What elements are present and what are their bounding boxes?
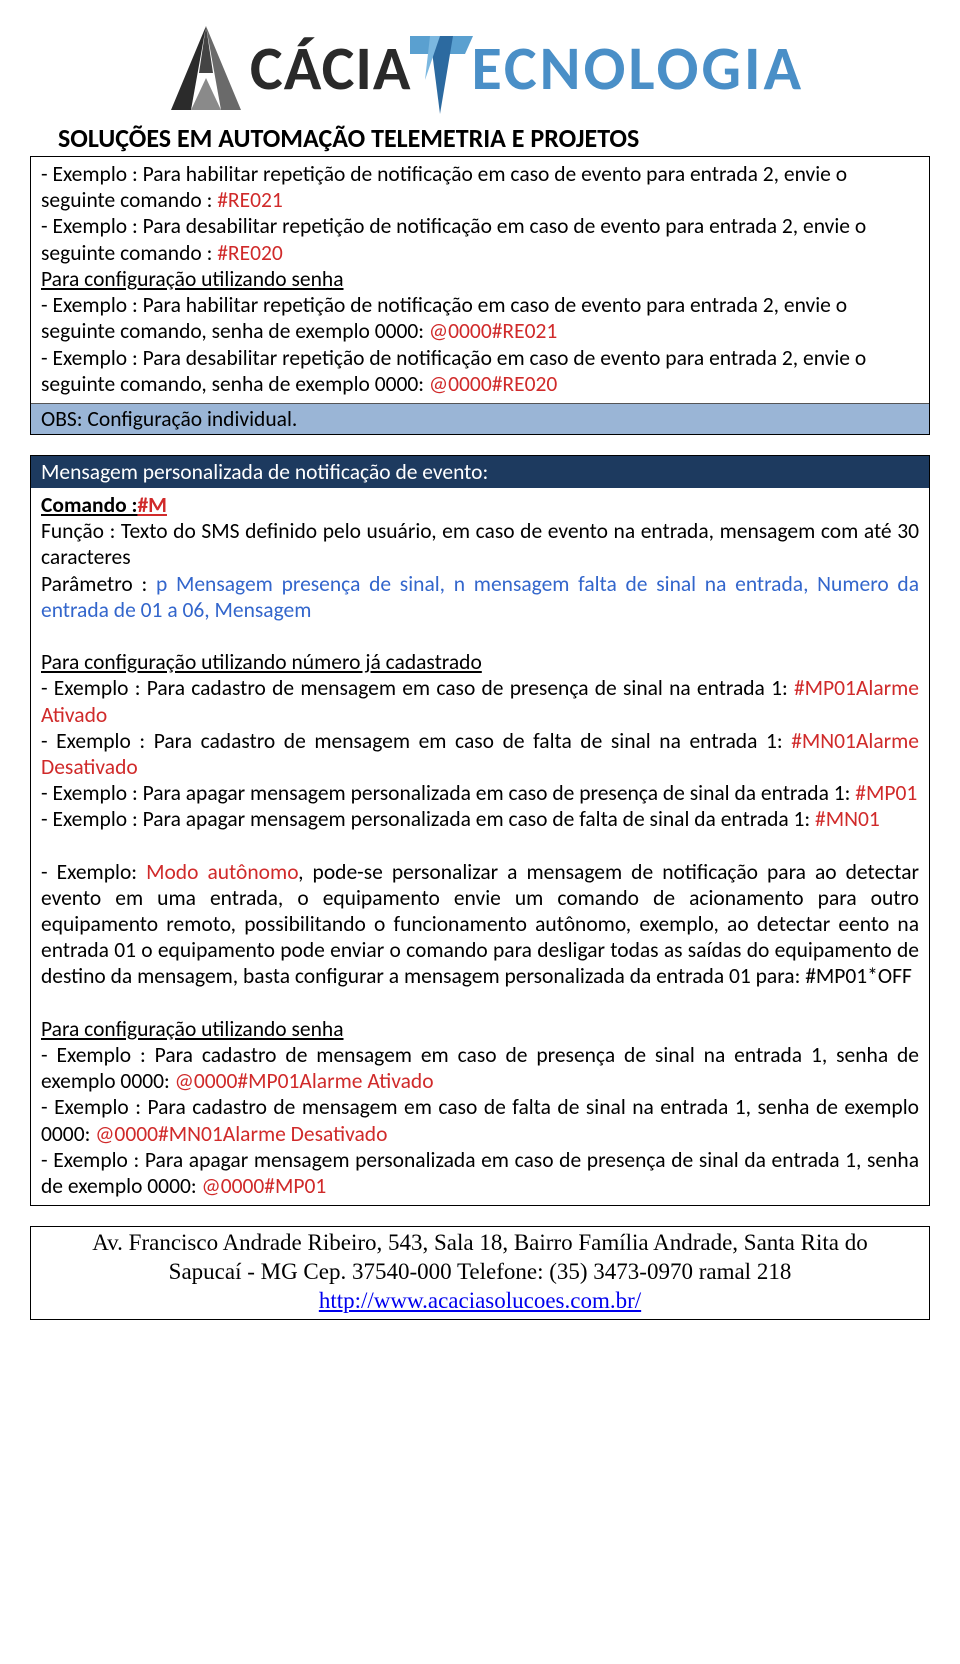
command-code: #RE020: [217, 240, 283, 266]
subsection-heading: Para configuração utilizando número já c…: [41, 649, 919, 675]
brand-text-2: ECNOLOGIA: [471, 30, 804, 106]
example-line: - Exemplo : Para cadastro de mensagem em…: [41, 728, 919, 780]
example-line: - Exemplo : Para apagar mensagem persona…: [41, 806, 919, 832]
command-code: @0000#MP01Alarme Ativado: [175, 1068, 434, 1094]
command-code: @0000#RE020: [429, 371, 557, 397]
footer-address-1: Av. Francisco Andrade Ribeiro, 543, Sala…: [39, 1229, 921, 1258]
parameter-line: Parâmetro : p Mensagem presença de sinal…: [41, 571, 919, 623]
obs-note: OBS: Configuração individual.: [31, 403, 929, 434]
tagline: SOLUÇÕES EM AUTOMAÇÃO TELEMETRIA E PROJE…: [58, 122, 930, 154]
example-line: - Exemplo : Para cadastro de mensagem em…: [41, 675, 919, 727]
command-code: #M: [137, 492, 167, 518]
mode-label: Modo autônomo: [146, 859, 298, 885]
config-box-repeat: - Exemplo : Para habilitar repetição de …: [30, 156, 930, 435]
example-line: - Exemplo : Para cadastro de mensagem em…: [41, 1042, 919, 1094]
example-line: - Exemplo : Para cadastro de mensagem em…: [41, 1094, 919, 1146]
logo-t-icon: [405, 18, 475, 118]
example-line: - Exemplo : Para habilitar repetição de …: [41, 292, 919, 344]
command-code: #MN01: [815, 806, 880, 832]
command-line: Comando :#M: [41, 492, 919, 518]
autonomous-mode-paragraph: - Exemplo: Modo autônomo, pode-se person…: [41, 859, 919, 990]
config-box-message: Mensagem personalizada de notificação de…: [30, 455, 930, 1206]
function-text: Função : Texto do SMS definido pelo usuá…: [41, 518, 919, 570]
parameter-text: p Mensagem presença de sinal, n mensagem…: [41, 571, 919, 623]
example-line: - Exemplo : Para desabilitar repetição d…: [41, 345, 919, 397]
document-header: CÁCIA ECNOLOGIA SOLUÇÕES EM AUTOMAÇÃO TE…: [30, 18, 930, 154]
command-code: @0000#MN01Alarme Desativado: [95, 1121, 387, 1147]
example-line: - Exemplo : Para apagar mensagem persona…: [41, 780, 919, 806]
example-line: - Exemplo : Para habilitar repetição de …: [41, 161, 919, 213]
brand-text-1: CÁCIA: [250, 30, 412, 106]
command-code: @0000#MP01: [201, 1173, 326, 1199]
logo-a-icon: [156, 18, 256, 118]
subsection-heading: Para configuração utilizando senha: [41, 266, 919, 292]
command-code: @0000#RE021: [429, 318, 557, 344]
example-line: - Exemplo : Para apagar mensagem persona…: [41, 1147, 919, 1199]
example-line: - Exemplo : Para desabilitar repetição d…: [41, 213, 919, 265]
subsection-heading: Para configuração utilizando senha: [41, 1016, 919, 1042]
command-code: #MP01: [855, 780, 917, 806]
logo-row: CÁCIA ECNOLOGIA: [30, 18, 930, 118]
footer-url[interactable]: http://www.acaciasolucoes.com.br/: [319, 1288, 641, 1313]
footer: Av. Francisco Andrade Ribeiro, 543, Sala…: [30, 1226, 930, 1320]
footer-address-2: Sapucaí - MG Cep. 37540-000 Telefone: (3…: [39, 1258, 921, 1287]
command-code: #RE021: [217, 187, 283, 213]
section-title: Mensagem personalizada de notificação de…: [31, 456, 929, 488]
